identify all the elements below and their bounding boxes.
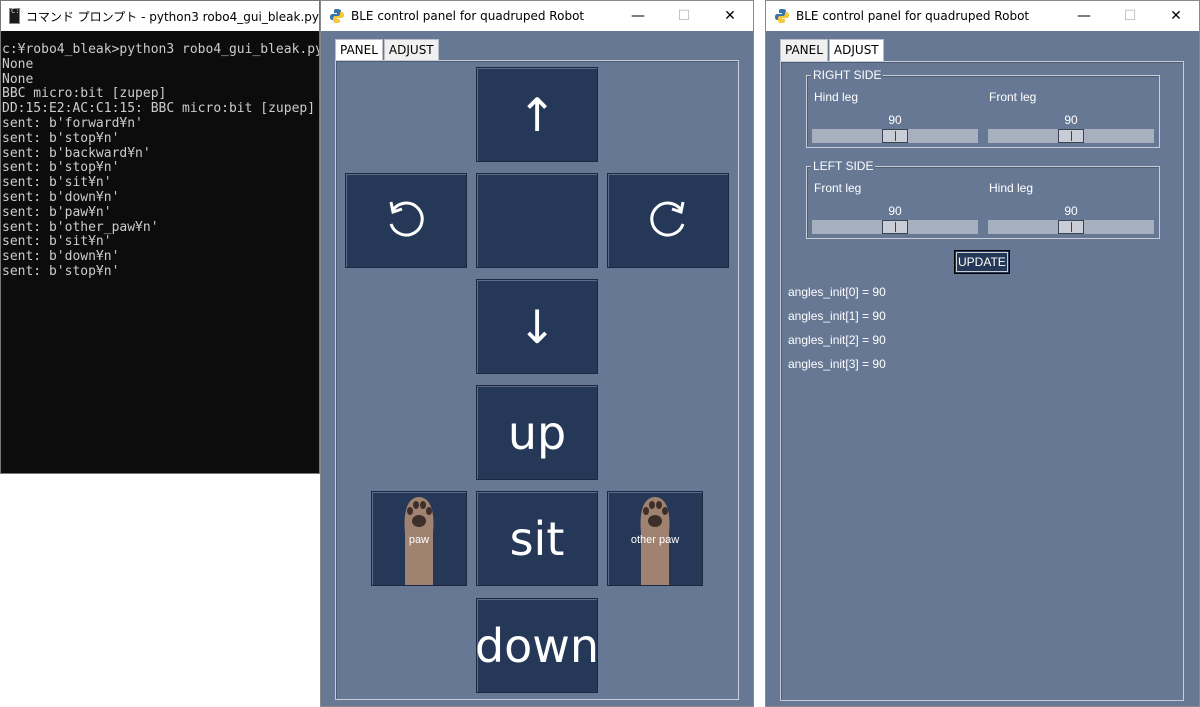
panel-window: BLE control panel for quadruped Robot — … xyxy=(320,0,754,707)
close-button[interactable]: ✕ xyxy=(1153,1,1199,31)
up-label: up xyxy=(507,405,567,460)
angle-readout-0: angles_init[0] = 90 xyxy=(788,285,886,299)
right-side-group: RIGHT SIDE Hind leg Front leg 90 90 xyxy=(806,68,1160,148)
panel-titlebar[interactable]: BLE control panel for quadruped Robot — … xyxy=(321,1,753,31)
console-line: sent: b'sit¥n' xyxy=(2,175,112,191)
adjust-window: BLE control panel for quadruped Robot — … xyxy=(765,0,1200,707)
console-line: sent: b'stop¥n' xyxy=(2,263,120,279)
slider-thumb[interactable] xyxy=(882,220,908,234)
angle-readout-3: angles_init[3] = 90 xyxy=(788,357,886,371)
console-line: c:¥robo4_bleak>python3 robo4_gui_bleak.p… xyxy=(2,42,320,57)
console-title: コマンド プロンプト - python3 robo4_gui_bleak.py xyxy=(25,9,319,24)
console-line: sent: b'stop¥n' xyxy=(2,160,120,176)
right-hind-leg-label: Hind leg xyxy=(814,90,859,104)
maximize-button[interactable]: ☐ xyxy=(661,1,707,31)
slider-thumb[interactable] xyxy=(1058,220,1084,234)
tab-adjust[interactable]: ADJUST xyxy=(828,39,884,61)
arrow-down-icon: ↓ xyxy=(517,299,557,354)
rotate-right-icon xyxy=(650,201,685,237)
minimize-button[interactable]: — xyxy=(615,1,661,31)
left-hind-leg-value: 90 xyxy=(1064,204,1078,218)
right-front-leg-slider[interactable] xyxy=(988,129,1154,143)
tab-adjust[interactable]: ADJUST xyxy=(383,39,439,61)
paw-button[interactable]: paw xyxy=(371,491,467,586)
rotate-left-button[interactable] xyxy=(345,173,467,268)
console-window: コマンド プロンプト - python3 robo4_gui_bleak.py … xyxy=(0,0,320,474)
close-button[interactable]: ✕ xyxy=(707,1,753,31)
tab-panel[interactable]: PANEL xyxy=(780,39,828,61)
console-output[interactable]: c:¥robo4_bleak>python3 robo4_gui_bleak.p… xyxy=(1,42,320,473)
left-front-leg-slider[interactable] xyxy=(812,220,978,234)
sit-button[interactable]: sit xyxy=(476,491,598,586)
console-line: sent: b'backward¥n' xyxy=(2,145,151,161)
console-titlebar[interactable]: コマンド プロンプト - python3 robo4_gui_bleak.py xyxy=(1,1,319,31)
console-line: None xyxy=(2,56,34,72)
forward-button[interactable]: ↑ xyxy=(476,67,598,162)
maximize-button[interactable]: ☐ xyxy=(1107,1,1153,31)
angle-readout-2: angles_init[2] = 90 xyxy=(788,333,886,347)
python-icon xyxy=(775,9,789,23)
left-front-leg-label: Front leg xyxy=(814,181,862,195)
update-button[interactable]: UPDATE xyxy=(954,250,1010,274)
adjust-tabs: PANEL ADJUST xyxy=(780,39,885,61)
adjust-title: BLE control panel for quadruped Robot xyxy=(796,9,1030,23)
adjust-tab-content xyxy=(780,61,1184,701)
tab-panel[interactable]: PANEL xyxy=(335,39,383,61)
up-button[interactable]: up xyxy=(476,385,598,480)
slider-thumb[interactable] xyxy=(1058,129,1084,143)
left-hind-leg-slider[interactable] xyxy=(988,220,1154,234)
console-line: BBC micro:bit [zupep] xyxy=(2,86,167,102)
console-line: None xyxy=(2,71,34,87)
left-front-leg-value: 90 xyxy=(888,204,902,218)
right-hind-leg-slider[interactable] xyxy=(812,129,978,143)
other-paw-button[interactable]: other paw xyxy=(607,491,703,586)
console-line: sent: b'down¥n' xyxy=(2,249,120,265)
command-prompt-icon xyxy=(9,7,23,24)
console-line: sent: b'sit¥n' xyxy=(2,234,112,250)
right-front-leg-label: Front leg xyxy=(989,90,1037,104)
minimize-button[interactable]: — xyxy=(1061,1,1107,31)
left-hind-leg-label: Hind leg xyxy=(989,181,1034,195)
slider-thumb[interactable] xyxy=(882,129,908,143)
right-hind-leg-value: 90 xyxy=(888,113,902,127)
console-line: sent: b'other_paw¥n' xyxy=(2,219,159,235)
left-side-group: LEFT SIDE Front leg Hind leg 90 90 xyxy=(806,159,1160,239)
panel-tabs: PANEL ADJUST xyxy=(335,39,440,61)
sit-label: sit xyxy=(509,511,565,566)
other-paw-label: other paw xyxy=(630,534,680,546)
down-button[interactable]: down xyxy=(474,598,600,693)
rotate-right-button[interactable] xyxy=(607,173,729,268)
stop-button[interactable] xyxy=(476,173,598,268)
panel-title: BLE control panel for quadruped Robot xyxy=(351,9,585,23)
down-label: down xyxy=(474,618,600,673)
backward-button[interactable]: ↓ xyxy=(476,279,598,374)
paw-label: paw xyxy=(408,534,430,546)
right-side-title: RIGHT SIDE xyxy=(811,68,884,82)
console-line: sent: b'stop¥n' xyxy=(2,130,120,146)
console-line: sent: b'paw¥n' xyxy=(2,204,112,220)
python-icon xyxy=(330,9,344,23)
console-line: sent: b'forward¥n' xyxy=(2,115,143,131)
rotate-left-icon xyxy=(389,201,424,237)
left-side-title: LEFT SIDE xyxy=(811,159,876,173)
angle-readout-1: angles_init[1] = 90 xyxy=(788,309,886,323)
console-line: DD:15:E2:AC:C1:15: BBC micro:bit [zupep] xyxy=(2,101,316,117)
console-line: sent: b'down¥n' xyxy=(2,189,120,205)
right-front-leg-value: 90 xyxy=(1064,113,1078,127)
arrow-up-icon: ↑ xyxy=(517,87,557,142)
adjust-titlebar[interactable]: BLE control panel for quadruped Robot — … xyxy=(766,1,1199,31)
